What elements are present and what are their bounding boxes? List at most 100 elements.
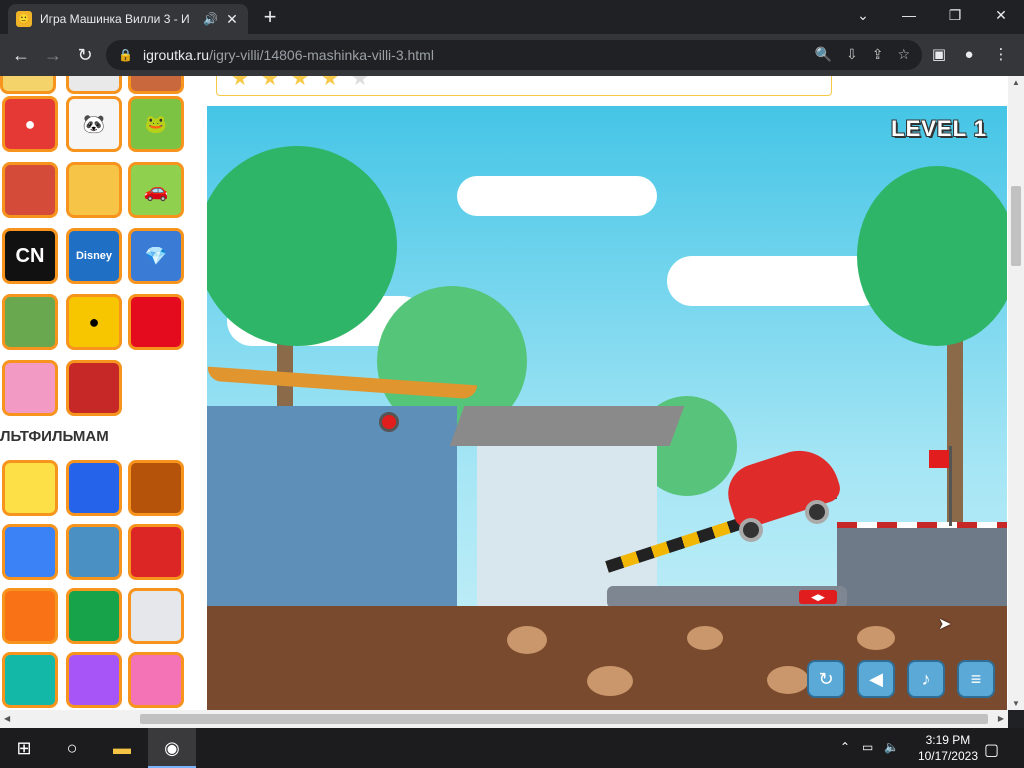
minimize-button[interactable]: —	[886, 0, 932, 30]
rock	[507, 626, 547, 654]
speaker-icon[interactable]: 🔊	[203, 12, 218, 26]
game-thumb-escape-finger[interactable]	[2, 162, 58, 218]
tree	[857, 166, 1007, 346]
forward-button[interactable]: →	[40, 42, 66, 68]
clock-date: 10/17/2023	[917, 749, 978, 763]
star-icon[interactable]: ★	[321, 76, 339, 91]
notifications-icon[interactable]: ▢	[984, 740, 999, 760]
game-thumb-cartoon-network[interactable]: CN	[2, 228, 58, 284]
game-thumb-princesses[interactable]	[128, 652, 184, 708]
maximize-button[interactable]: ❐	[932, 0, 978, 30]
game-thumb-angry-birds[interactable]: ●	[2, 96, 58, 152]
horizontal-scroll-thumb[interactable]	[140, 714, 988, 724]
chrome-icon[interactable]: ◉	[148, 728, 196, 768]
network-icon[interactable]: ▭	[862, 740, 873, 754]
tray-chevron-icon[interactable]: ⌃	[840, 740, 850, 754]
file-explorer-icon[interactable]: ▬	[98, 728, 146, 768]
stone-wall	[837, 526, 1007, 606]
back-button[interactable]: ←	[8, 42, 34, 68]
rating-box: ★ ★ ★ ★ ★	[216, 76, 832, 96]
flag-pole	[949, 446, 952, 526]
search-icon[interactable]: ○	[48, 728, 96, 768]
search-icon[interactable]: 🔍	[815, 46, 832, 63]
vertical-scroll-thumb[interactable]	[1011, 186, 1021, 266]
house-roof	[449, 406, 685, 446]
game-thumb-paw-patrol[interactable]	[128, 460, 184, 516]
clock-time: 3:19 PM	[925, 733, 971, 747]
game-thumb-tom-and-jerry[interactable]	[66, 524, 122, 580]
star-icon[interactable]: ★	[291, 76, 309, 91]
install-icon[interactable]: ⇩	[846, 46, 858, 63]
volume-muted-icon[interactable]: 🔈	[884, 740, 899, 754]
game-thumb-equestria-girls[interactable]	[66, 652, 122, 708]
game-thumb-adam-and-eve[interactable]	[66, 162, 122, 218]
share-icon[interactable]: ⇪	[872, 46, 884, 63]
music-icon[interactable]: ♪	[907, 660, 945, 698]
red-button[interactable]	[379, 412, 399, 432]
game-thumb-jewels[interactable]: 💎	[128, 228, 184, 284]
game-thumb-panda[interactable]: 🐼	[66, 96, 122, 152]
system-clock[interactable]: 3:19 PM 10/17/2023	[918, 732, 978, 764]
star-icon[interactable]: ★	[261, 76, 279, 91]
cloud	[667, 256, 887, 306]
tab-strip: 🙂 Игра Машинка Вилли 3 - И 🔊 ✕ + ⌄ — ❐ ✕	[0, 0, 1024, 34]
omnibox-actions: 🔍 ⇩ ⇪ ☆	[815, 46, 910, 63]
close-window-button[interactable]: ✕	[978, 0, 1024, 30]
game-thumb-spongebob[interactable]	[2, 460, 58, 516]
game-thumb-perry[interactable]	[2, 652, 58, 708]
scroll-down-icon[interactable]: ▼	[1012, 699, 1020, 708]
reload-button[interactable]: ↻	[72, 42, 98, 68]
profile-icon[interactable]: ●	[956, 42, 982, 68]
level-indicator: LEVEL 1	[891, 116, 987, 141]
menu-icon[interactable]: ≡	[957, 660, 995, 698]
game-thumb-disney[interactable]: Disney	[66, 228, 122, 284]
vertical-scrollbar[interactable]: ▲ ▼	[1008, 76, 1024, 710]
scroll-left-icon[interactable]: ◀	[4, 714, 10, 723]
restart-icon[interactable]: ↻	[807, 660, 845, 698]
game-thumb-among-us[interactable]	[128, 294, 184, 350]
game-thumb-old-man[interactable]	[128, 588, 184, 644]
piston-control-icon[interactable]: ◀▶	[799, 590, 837, 604]
cloud	[457, 176, 657, 216]
new-tab-button[interactable]: +	[258, 6, 282, 30]
star-icon[interactable]: ★	[231, 76, 249, 91]
tab-title: Игра Машинка Вилли 3 - И	[40, 12, 190, 26]
windows-start-icon[interactable]: ⊞	[0, 728, 48, 768]
game-thumb[interactable]	[128, 76, 184, 94]
game-thumb-gravity-falls[interactable]	[2, 524, 58, 580]
finish-flag-icon	[929, 450, 949, 468]
game-thumb[interactable]	[0, 76, 56, 94]
browser-tab[interactable]: 🙂 Игра Машинка Вилли 3 - И 🔊 ✕	[8, 4, 248, 34]
game-thumb-sonic[interactable]	[66, 460, 122, 516]
lock-icon[interactable]: 🔒	[118, 48, 133, 62]
game-thumb-turret[interactable]	[2, 294, 58, 350]
garage-building	[207, 406, 457, 606]
finish-line	[837, 522, 1007, 528]
game-thumb-cut-the-rope[interactable]: 🐸	[128, 96, 184, 152]
game-thumb-naruto[interactable]	[2, 588, 58, 644]
rock	[857, 626, 895, 650]
rock	[767, 666, 809, 694]
game-sidebar: ● 🐼 🐸 🚗 CN Disney 💎 ● ЛЬТФИЛЬМАМ	[0, 76, 200, 710]
scroll-right-icon[interactable]: ▶	[998, 714, 1004, 723]
game-thumb-angry-bird-red[interactable]	[66, 360, 122, 416]
side-panel-icon[interactable]: ▣	[926, 42, 952, 68]
game-thumb-red-car[interactable]: 🚗	[128, 162, 184, 218]
address-bar[interactable]: 🔒 igroutka.ru/igry-villi/14806-mashinka-…	[106, 40, 922, 70]
horizontal-scrollbar[interactable]: ◀ ▶	[0, 710, 1008, 728]
game-thumb-brawl-stars[interactable]: ●	[66, 294, 122, 350]
bookmark-star-icon[interactable]: ☆	[897, 46, 910, 63]
kebab-menu-icon[interactable]: ⋮	[988, 42, 1014, 68]
game-thumb-cars[interactable]	[128, 524, 184, 580]
star-icon[interactable]: ★	[351, 76, 369, 91]
tab-close-icon[interactable]: ✕	[224, 11, 240, 28]
game-thumb-pop-it[interactable]	[2, 360, 58, 416]
game-thumb[interactable]	[66, 76, 122, 94]
tab-search-button[interactable]: ⌄	[840, 0, 886, 30]
game-canvas[interactable]: ◀▶ LEVEL 1 ↻ ◀ ♪ ≡ ➤	[207, 106, 1007, 710]
sound-icon[interactable]: ◀	[857, 660, 895, 698]
rock	[687, 626, 723, 650]
section-title: ЛЬТФИЛЬМАМ	[0, 428, 109, 445]
scroll-up-icon[interactable]: ▲	[1012, 78, 1020, 87]
game-thumb-scooby-doo[interactable]	[66, 588, 122, 644]
